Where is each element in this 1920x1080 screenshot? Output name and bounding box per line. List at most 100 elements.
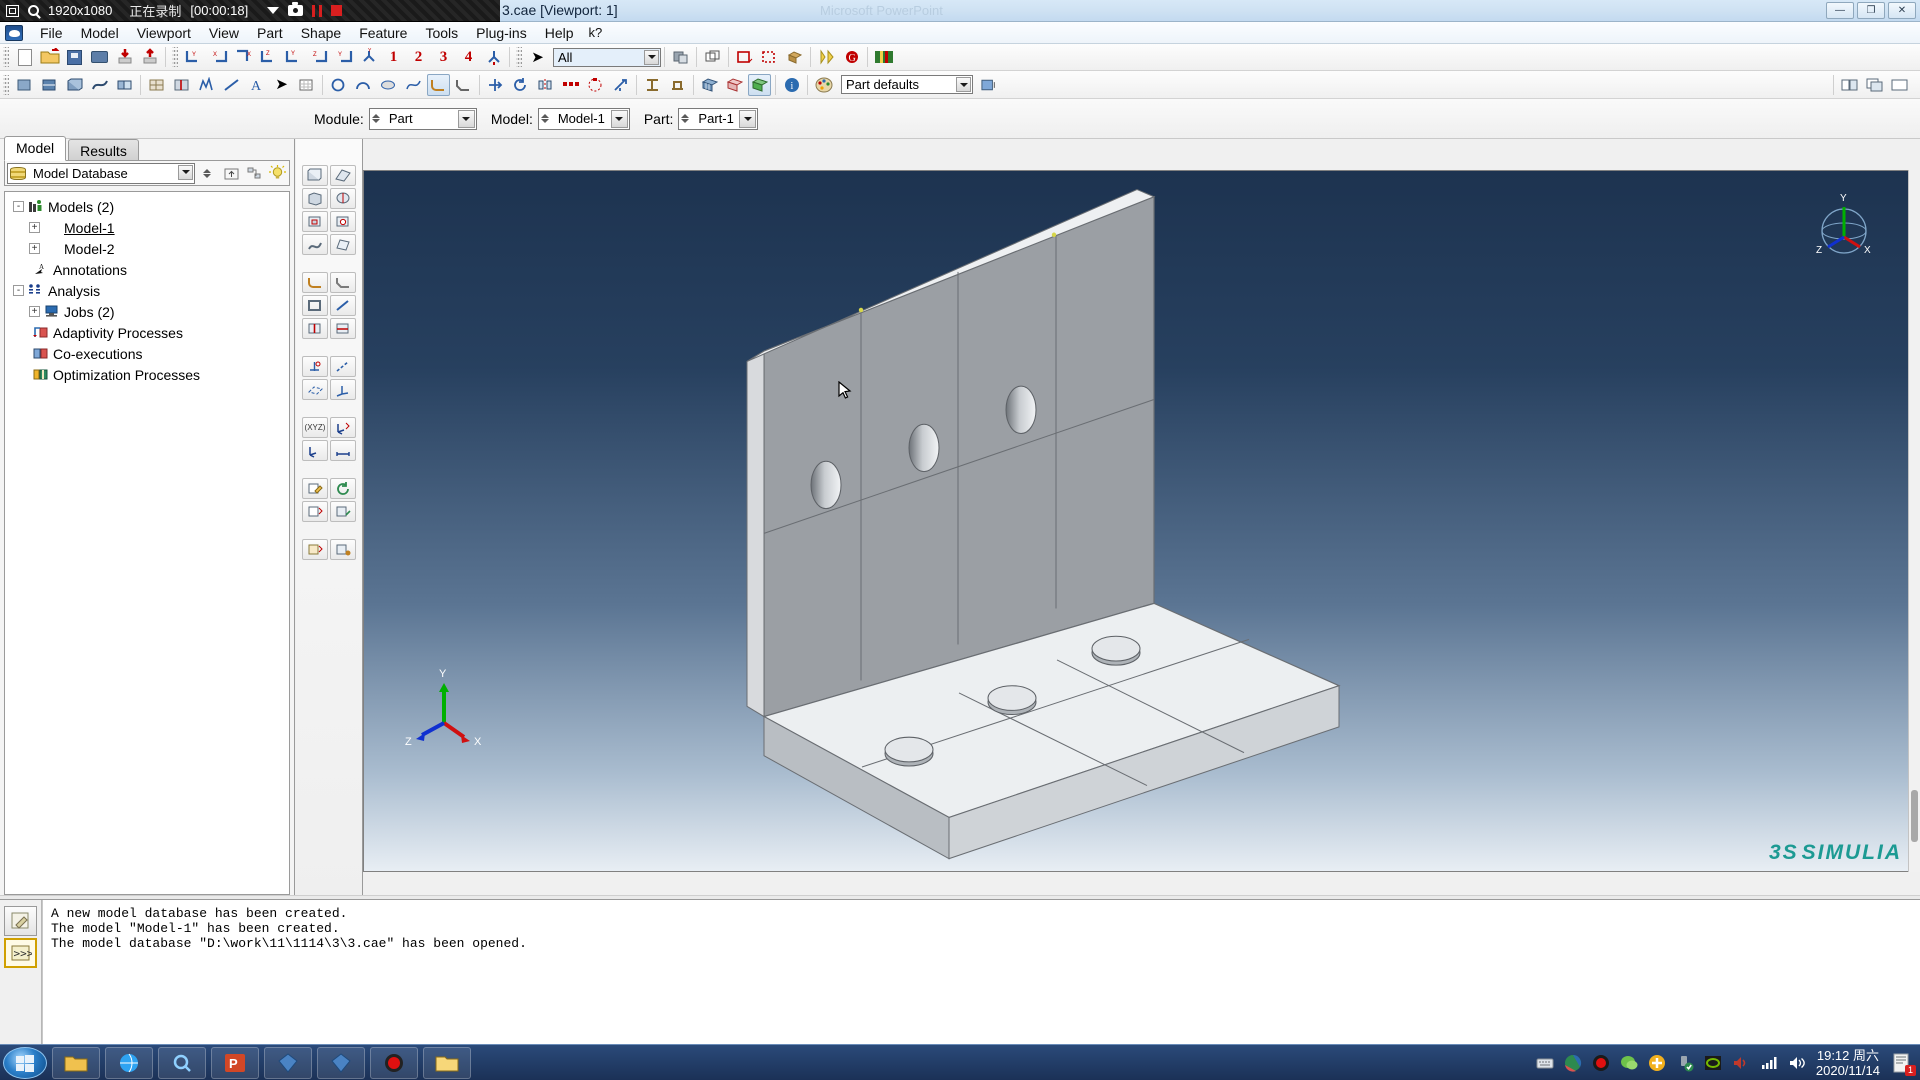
lightbulb-icon[interactable] (267, 163, 287, 183)
create-fillet-icon[interactable] (427, 73, 450, 96)
tree-item-adaptivity-processes[interactable]: Adaptivity Processes (7, 322, 289, 343)
create-sets-icon[interactable] (815, 46, 838, 68)
message-area-tabs[interactable]: >>> (0, 900, 42, 1044)
model-render[interactable] (364, 171, 1919, 871)
taskbar-abaqus-icon[interactable] (264, 1046, 312, 1079)
chevron-down-icon[interactable] (644, 49, 659, 65)
create-round-icon[interactable] (302, 272, 328, 293)
viewport-canvas[interactable]: Y X Z Y X Z 3S SIMULIA (363, 170, 1920, 872)
scrollbar-thumb[interactable] (1911, 790, 1918, 842)
create-datum-point-icon[interactable] (302, 356, 328, 377)
save-icon[interactable] (63, 46, 86, 68)
notification-icon[interactable]: 1 (1890, 1051, 1916, 1076)
menu-part[interactable]: Part (248, 23, 292, 43)
view-left-icon[interactable]: Z (307, 46, 330, 68)
toolbox-row[interactable] (296, 379, 362, 400)
viewport-cascade-icon[interactable] (1863, 74, 1886, 96)
ply-stack-icon[interactable] (872, 46, 895, 68)
menu-shape[interactable]: Shape (292, 23, 350, 43)
recorder-red-icon[interactable] (1592, 1054, 1610, 1072)
updater-icon[interactable] (1648, 1054, 1666, 1072)
part-combo[interactable]: Part-1 (678, 107, 759, 130)
tree-toolbar[interactable]: Model Database (4, 160, 290, 186)
saved-view-1-button[interactable]: 1 (382, 46, 405, 68)
create-part-icon[interactable] (13, 74, 36, 96)
create-circle-icon[interactable] (327, 74, 350, 96)
tree-item-annotations[interactable]: A Annotations (7, 259, 289, 280)
viewport-tile-icon[interactable] (1838, 74, 1861, 96)
create-arc-icon[interactable] (352, 74, 375, 96)
sketch-icon[interactable] (195, 74, 218, 96)
nvidia-icon[interactable] (1704, 1054, 1722, 1072)
mesh-part-icon[interactable] (698, 74, 721, 96)
taskbar-powerpoint-icon[interactable]: P (211, 1046, 259, 1079)
toolbox-row[interactable] (296, 188, 362, 209)
tree-expander[interactable]: - (13, 285, 24, 296)
message-area[interactable]: >>> A new model database has been create… (0, 899, 1920, 1044)
toolbox-row[interactable] (296, 272, 362, 293)
feature-options-icon[interactable] (330, 539, 356, 560)
toolbox-row[interactable] (296, 165, 362, 186)
create-solid-revolve-icon[interactable] (330, 188, 356, 209)
create-set-icon[interactable] (330, 417, 356, 438)
rotate-icon[interactable] (509, 74, 532, 96)
taskbar-clock[interactable]: 19:12 周六 2020/11/14 (1816, 1048, 1880, 1078)
beam-section-icon[interactable] (641, 74, 664, 96)
menu-feature[interactable]: Feature (350, 23, 416, 43)
seed-part-icon[interactable] (723, 74, 746, 96)
query-information-icon[interactable] (302, 440, 328, 461)
tree-item-analysis[interactable]: - Analysis (7, 280, 289, 301)
pause-icon[interactable] (312, 4, 323, 17)
color-swatch-icon[interactable] (979, 74, 1002, 96)
maximize-button[interactable]: ❐ (1857, 2, 1885, 19)
create-cut-revolve-icon[interactable] (330, 211, 356, 232)
create-chamfer-icon[interactable] (330, 272, 356, 293)
selection-filter-combo[interactable]: All (553, 47, 661, 67)
select-entity-icon[interactable]: ➤ (526, 46, 549, 68)
filter-icon[interactable] (244, 163, 264, 183)
regenerate-icon[interactable] (330, 478, 356, 499)
print-icon[interactable] (88, 46, 111, 68)
merge-part-icon[interactable] (113, 74, 136, 96)
create-display-group-icon[interactable] (701, 46, 724, 68)
chevron-down-icon[interactable] (956, 77, 971, 92)
create-datum-plane-icon[interactable] (302, 379, 328, 400)
create-ellipse-icon[interactable] (377, 74, 400, 96)
menu-file[interactable]: File (31, 23, 72, 43)
saved-view-4-button[interactable]: 4 (457, 46, 480, 68)
viewport-scrollbar[interactable] (1908, 170, 1920, 872)
toolbox-row[interactable] (296, 539, 362, 560)
window-controls[interactable]: — ❐ ✕ (1826, 2, 1916, 19)
view-bottom-icon[interactable]: Y (282, 46, 305, 68)
viewport-single-icon[interactable] (1888, 74, 1911, 96)
toolbar-grip[interactable] (3, 47, 9, 67)
camera-icon[interactable] (288, 2, 304, 16)
toolbar-grip[interactable] (516, 47, 522, 67)
taskbar-browser-icon[interactable] (105, 1046, 153, 1079)
render-hidden-icon[interactable] (758, 46, 781, 68)
pattern-radial-icon[interactable] (584, 74, 607, 96)
menu-bar[interactable]: File Model Viewport View Part Shape Feat… (0, 22, 1920, 44)
stop-icon[interactable] (331, 5, 343, 16)
create-solid-extrude-icon[interactable] (302, 188, 328, 209)
magnifier-icon[interactable] (28, 5, 39, 16)
toolbox-row[interactable] (296, 318, 362, 339)
tree-item-model-1[interactable]: + Model-1 (7, 217, 289, 238)
delete-feature-icon[interactable] (302, 539, 328, 560)
usb-safe-icon[interactable] (1676, 1054, 1694, 1072)
volume-mute-icon[interactable] (1732, 1054, 1750, 1072)
create-part-icon[interactable] (302, 165, 328, 186)
toolbar-row-2[interactable]: A ➤ i Part defaults (0, 71, 1920, 99)
toolbar-grip[interactable] (172, 47, 178, 67)
create-shell-from-solid-icon[interactable] (302, 295, 328, 316)
chevron-down-icon[interactable] (610, 109, 628, 128)
create-blend-icon[interactable] (302, 234, 328, 255)
toolbox-row[interactable] (296, 440, 362, 461)
render-wireframe-icon[interactable] (733, 46, 756, 68)
toolbox-row[interactable] (296, 295, 362, 316)
csys-label[interactable]: (XYZ) (302, 417, 328, 438)
module-combo[interactable]: Part (368, 107, 477, 130)
graphics-icon[interactable] (1564, 1054, 1582, 1072)
model-combo[interactable]: Model-1 (537, 107, 630, 130)
saved-view-3-button[interactable]: 3 (432, 46, 455, 68)
